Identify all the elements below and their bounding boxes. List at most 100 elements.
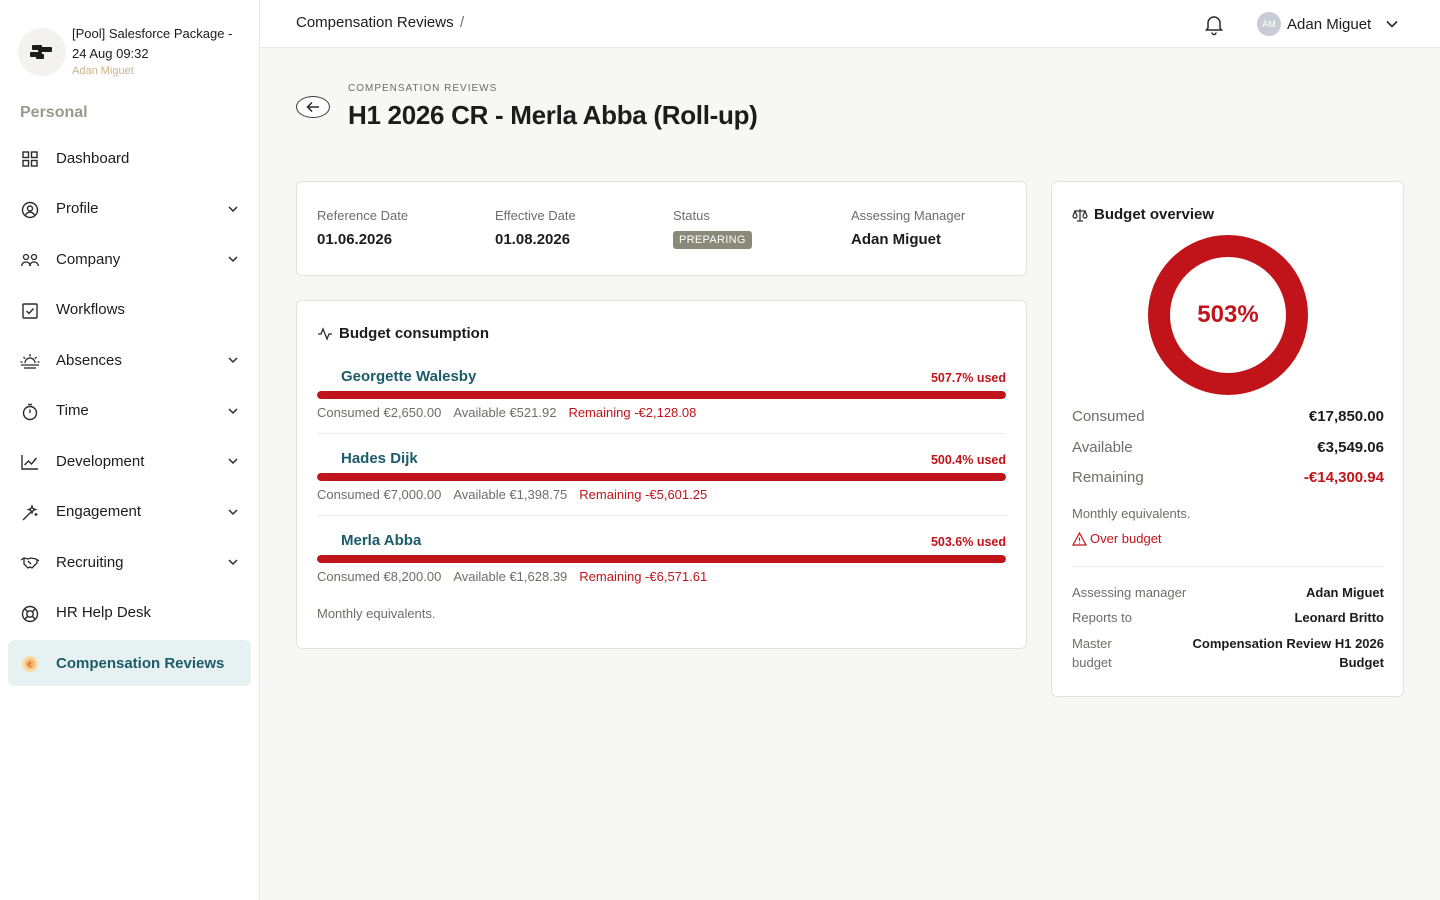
- sidebar-item-dashboard[interactable]: Dashboard: [8, 135, 251, 181]
- sidebar-item-label: Recruiting: [56, 553, 124, 571]
- reference-date-label: Reference Date: [317, 208, 409, 223]
- chevron-down-icon[interactable]: [227, 506, 239, 518]
- available-label: Available: [1072, 439, 1133, 456]
- status: Status PREPARING: [673, 208, 752, 249]
- master-budget-row: Master budget Compensation Review H1 202…: [1072, 634, 1384, 672]
- assessing-manager-label: Assessing manager: [1072, 585, 1187, 600]
- sidebar-item-company[interactable]: Company: [8, 236, 251, 282]
- divider: [1072, 566, 1384, 567]
- remaining-amount: Remaining -€2,128.08: [568, 405, 697, 420]
- employee-name-link[interactable]: Merla Abba: [341, 532, 421, 549]
- employee-name-link[interactable]: Hades Dijk: [341, 450, 418, 467]
- chevron-down-icon[interactable]: [227, 354, 239, 366]
- usage-bar-fill: [317, 391, 1006, 399]
- usage-percent: 507.7% used: [930, 371, 1006, 385]
- sidebar-item-label: Engagement: [56, 503, 142, 520]
- org-name: [Pool] Salesforce Package - 24 Aug 09:32: [72, 26, 233, 61]
- sidebar-item-workflows[interactable]: Workflows: [8, 287, 251, 333]
- sidebar-item-recruiting[interactable]: Recruiting: [8, 539, 251, 585]
- monthly-note: Monthly equivalents.: [317, 606, 436, 621]
- usage-bar: [317, 555, 1006, 563]
- assessing-manager-value: Adan Miguet: [851, 231, 941, 248]
- chevron-down-icon[interactable]: [1385, 17, 1399, 31]
- org-logo: [18, 28, 66, 76]
- back-button[interactable]: [296, 96, 330, 118]
- reports-to-row: Reports to Leonard Britto: [1072, 608, 1384, 627]
- sidebar-item-time[interactable]: Time: [8, 388, 251, 434]
- donut-percent: 503%: [1197, 301, 1259, 328]
- monthly-note: Monthly equivalents.: [1072, 506, 1191, 521]
- sidebar-item-absences[interactable]: Absences: [8, 337, 251, 383]
- master-budget-label: Master budget: [1072, 636, 1112, 670]
- topbar: Compensation Reviews / AM Adan Miguet: [260, 0, 1440, 48]
- sunrise-icon: [20, 351, 40, 371]
- org-switcher[interactable]: [Pool] Salesforce Package - 24 Aug 09:32…: [18, 24, 248, 84]
- usage-bar-fill: [317, 473, 1006, 481]
- chevron-down-icon[interactable]: [227, 556, 239, 568]
- svg-text:€: €: [28, 661, 32, 669]
- arrow-left-icon: [306, 101, 319, 113]
- budget-overview-card: Budget overview 503% Consumed €17,850.00…: [1051, 181, 1404, 697]
- usage-bar: [317, 391, 1006, 399]
- remaining-row: Remaining -€14,300.94: [1072, 469, 1384, 486]
- divider: [317, 433, 1006, 434]
- sidebar-nav: Dashboard Profile Company Workflows Abse…: [8, 135, 251, 691]
- consumed-label: Consumed: [1072, 408, 1145, 425]
- card-title: Budget overview: [1094, 206, 1215, 223]
- reports-to-value: Leonard Britto: [1294, 610, 1384, 625]
- effective-date-label: Effective Date: [495, 208, 576, 223]
- usage-bar: [317, 473, 1006, 481]
- budget-consumption-card: Budget consumption Georgette Walesby 507…: [296, 300, 1027, 649]
- user-circle-icon: [20, 200, 40, 220]
- sidebar: [Pool] Salesforce Package - 24 Aug 09:32…: [0, 0, 260, 900]
- chevron-down-icon[interactable]: [227, 405, 239, 417]
- employee-name-link[interactable]: Georgette Walesby: [341, 368, 476, 385]
- chevron-down-icon[interactable]: [227, 253, 239, 265]
- assessing-manager: Assessing Manager Adan Miguet: [851, 208, 965, 248]
- users-icon: [20, 250, 40, 270]
- checkbox-icon: [20, 301, 40, 321]
- reference-date: Reference Date 01.06.2026: [317, 208, 408, 248]
- chart-line-icon: [20, 452, 40, 472]
- sidebar-item-label: Company: [56, 250, 121, 268]
- card-title: Budget consumption: [339, 325, 489, 342]
- chevron-down-icon[interactable]: [227, 455, 239, 467]
- consumed-row: Consumed €17,850.00: [1072, 408, 1384, 425]
- sidebar-item-profile[interactable]: Profile: [8, 186, 251, 232]
- lifebuoy-icon: [20, 604, 40, 624]
- review-info-card: Reference Date 01.06.2026 Effective Date…: [296, 181, 1027, 276]
- coin-icon: €: [20, 654, 40, 674]
- sidebar-item-label: Absences: [56, 351, 122, 369]
- budget-row: Merla Abba 503.6% used Consumed €8,200.0…: [317, 532, 1006, 614]
- master-budget-value: Compensation Review H1 2026 Budget: [1192, 636, 1384, 670]
- row-meta: Consumed €2,650.00 Available €521.92 Remai…: [317, 405, 708, 420]
- sidebar-item-label: Development: [56, 452, 145, 470]
- available-value: €3,549.06: [1317, 439, 1384, 456]
- page-title: H1 2026 CR - Merla Abba (Roll-up): [348, 100, 758, 130]
- breadcrumb[interactable]: Compensation Reviews: [296, 14, 454, 31]
- remaining-amount: Remaining -€5,601.25: [579, 487, 708, 502]
- effective-date: Effective Date 01.08.2026: [495, 208, 576, 248]
- sidebar-item-compensation-reviews[interactable]: € Compensation Reviews: [8, 640, 251, 686]
- org-user: Adan Miguet: [72, 65, 134, 77]
- bell-icon[interactable]: [1202, 12, 1226, 36]
- remaining-label: Remaining: [1072, 469, 1144, 486]
- available-row: Available €3,549.06: [1072, 439, 1384, 456]
- grid-icon: [20, 149, 40, 169]
- effective-date-value: 01.08.2026: [495, 231, 571, 248]
- sidebar-item-hr-help-desk[interactable]: HR Help Desk: [8, 590, 251, 636]
- sidebar-item-development[interactable]: Development: [8, 438, 251, 484]
- user-name: Adan Miguet: [1287, 15, 1372, 33]
- sidebar-item-label: Workflows: [56, 301, 125, 318]
- sidebar-item-label: Dashboard: [56, 149, 130, 167]
- reports-to-label: Reports to: [1072, 610, 1132, 625]
- status-label: Status: [673, 208, 710, 223]
- reference-date-value: 01.06.2026: [317, 231, 393, 248]
- sidebar-item-label: Compensation Reviews: [56, 654, 225, 672]
- assessing-manager-label: Assessing Manager: [851, 208, 966, 223]
- user-menu[interactable]: AM Adan Miguet: [1257, 12, 1399, 36]
- sidebar-item-label: Profile: [56, 200, 99, 217]
- consumed-value: €17,850.00: [1308, 408, 1384, 425]
- chevron-down-icon[interactable]: [227, 203, 239, 215]
- sidebar-item-engagement[interactable]: Engagement: [8, 489, 251, 535]
